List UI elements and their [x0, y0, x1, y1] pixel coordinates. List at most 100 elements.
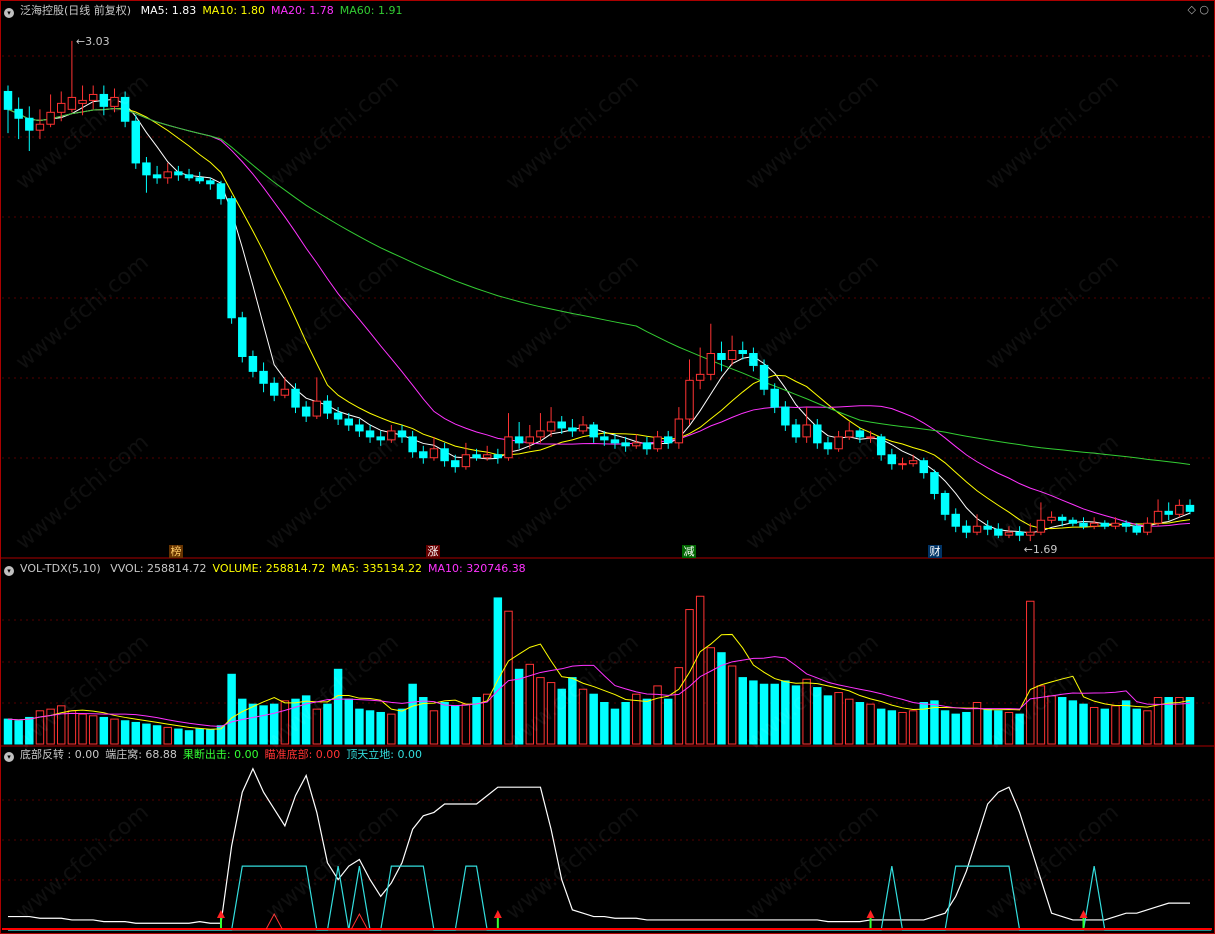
event-mark-0[interactable]: 榜: [169, 545, 183, 558]
candle-body: [355, 424, 364, 432]
candle-body: [525, 436, 535, 444]
candle-body: [1132, 525, 1141, 533]
candle-body: [653, 436, 662, 450]
indicator-white-line: [8, 767, 1190, 924]
candle-body: [57, 102, 66, 113]
volume-bar: [408, 683, 417, 745]
candle-body: [451, 460, 460, 468]
pane-menu-icon[interactable]: ▾: [4, 752, 14, 762]
volume-bar: [951, 713, 960, 745]
volume-bar: [1185, 697, 1195, 745]
ma-legend-item-2: MA20: 1.78: [271, 4, 334, 17]
candle-body: [727, 350, 737, 360]
window-control-icons[interactable]: ◇ ○: [1187, 3, 1209, 16]
candle-body: [557, 421, 566, 429]
candle-body: [429, 448, 439, 459]
candle-body: [504, 436, 513, 459]
volume-bar: [131, 721, 141, 745]
volume-bar: [323, 703, 332, 745]
candle-body: [546, 421, 556, 432]
candle-body: [376, 436, 385, 441]
candle-body: [110, 96, 119, 107]
event-mark-1[interactable]: 涨: [426, 545, 440, 558]
volume-bar: [759, 683, 769, 745]
volume-bar: [259, 705, 268, 745]
candle-body: [387, 430, 396, 441]
candle-body: [131, 120, 141, 164]
volume-bar: [174, 728, 183, 745]
volume-bar: [99, 716, 109, 745]
volume-bar: [35, 710, 45, 745]
volume-bar: [983, 708, 992, 745]
candle-body: [1175, 504, 1184, 515]
volume-bar: [749, 680, 758, 745]
candle-body: [1121, 522, 1131, 527]
volume-bar: [227, 673, 236, 745]
candle-body: [600, 436, 609, 441]
pane-menu-icon[interactable]: ▾: [4, 566, 14, 576]
candle-body: [344, 418, 353, 426]
event-mark-3[interactable]: 财: [928, 545, 942, 558]
candle-body: [291, 388, 300, 408]
candle-body: [951, 513, 960, 527]
volume-bar: [1143, 710, 1152, 745]
volume-bar: [25, 716, 34, 745]
candle-body: [312, 400, 322, 417]
candle-body: [610, 439, 620, 444]
volume-title: VOL-TDX(5,10): [20, 562, 101, 575]
candle-body: [621, 442, 630, 447]
volume-bar: [1132, 708, 1141, 745]
volume-legend-item-1: VOLUME: 258814.72: [212, 562, 326, 575]
candle-body: [1111, 522, 1120, 527]
volume-bar: [908, 710, 918, 745]
volume-bar: [674, 667, 684, 745]
volume-bar: [834, 692, 843, 745]
candle-body: [1015, 531, 1024, 536]
volume-bar: [845, 698, 854, 745]
volume-bar: [397, 708, 407, 745]
candle-body: [717, 353, 726, 360]
volume-bar: [994, 710, 1003, 745]
candle-body: [493, 454, 503, 459]
high-price-label: ←3.03: [76, 35, 110, 48]
candle-body: [323, 400, 332, 414]
volume-legend-items: VVOL: 258814.72 VOLUME: 258814.72 MA5: 335…: [110, 562, 532, 575]
outer-border: [0, 0, 1215, 934]
volume-bar: [461, 703, 471, 745]
candle-body: [674, 418, 684, 444]
candle-body: [280, 388, 290, 396]
volume-bar: [514, 668, 524, 745]
candle-body: [813, 424, 822, 444]
volume-bar: [557, 688, 566, 745]
candle-body: [770, 388, 779, 408]
indicator-legend-item-3: 瞄准底部: 0.00: [264, 748, 341, 761]
candle-body: [3, 90, 13, 110]
candle-body: [738, 350, 747, 355]
volume-bar: [621, 702, 630, 745]
volume-bar: [451, 705, 460, 745]
volume-bar: [600, 702, 609, 745]
volume-bar: [333, 668, 343, 745]
volume-bar: [727, 665, 737, 745]
indicator-lines: [2, 767, 1212, 931]
event-mark-2[interactable]: 减: [682, 545, 696, 558]
stock-chart[interactable]: ←3.03 ←1.69: [0, 0, 1215, 934]
volume-bar: [355, 708, 364, 745]
candle-body: [1057, 516, 1067, 521]
volume-bar: [578, 688, 588, 745]
candle-body: [440, 448, 449, 462]
candle-body: [120, 96, 130, 122]
volume-legend-item-2: MA5: 335134.22: [331, 562, 422, 575]
volume-bar: [536, 677, 545, 745]
volume-bar: [589, 693, 598, 745]
volume-bar: [823, 695, 833, 745]
indicator-legend-item-0: 底部反转 : 0.00: [20, 748, 100, 761]
candle-body: [1004, 531, 1014, 536]
volume-bar: [610, 708, 620, 745]
volume-bar: [866, 703, 875, 745]
volume-bar: [195, 728, 204, 745]
candle-body: [1047, 516, 1056, 521]
candle-body: [1164, 510, 1173, 515]
pane-menu-icon[interactable]: ▾: [4, 8, 14, 18]
candle-body: [919, 460, 929, 474]
